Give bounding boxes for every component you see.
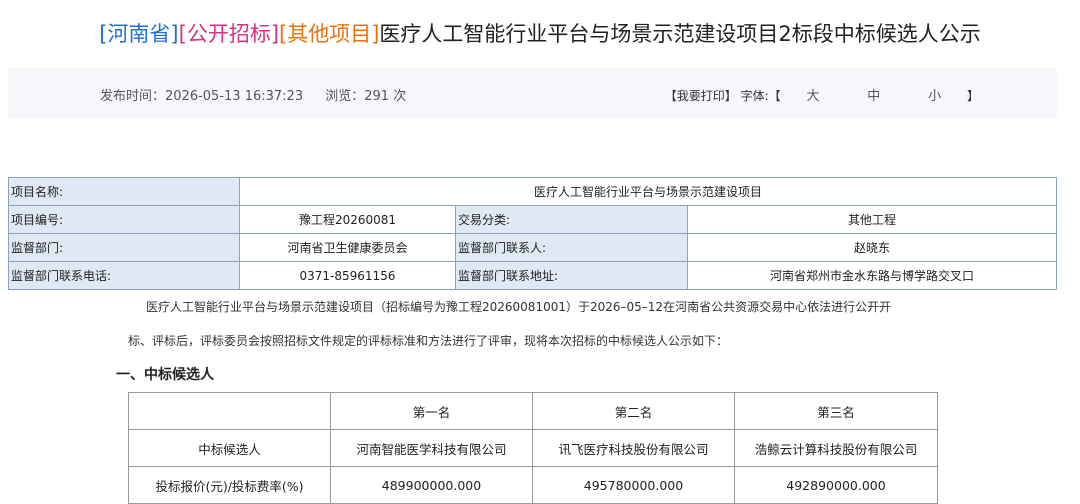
bid-price: 495780000.000 [532, 466, 735, 504]
supervisor: 河南省卫生健康委员会 [239, 233, 456, 262]
view-count: 浏览：291 次 [325, 89, 407, 104]
font-medium-button[interactable]: 中 [867, 89, 880, 104]
project-name: 医疗人工智能行业平台与场景示范建设项目 [239, 177, 1057, 206]
header-cell: 第二名 [532, 392, 735, 430]
candidates-table: 第一名 第二名 第三名 中标候选人 河南智能医学科技有限公司 讯飞医疗科技股份有… [128, 392, 938, 504]
publish-info: 发布时间：2026-05-13 16:37:23 浏览：291 次 [100, 85, 424, 104]
font-small-button[interactable]: 小 [928, 89, 941, 104]
announcement-paragraph-2: 标、评标后，评标委员会按照招标文件规定的评标标准和方法进行了评审，现将本次招标的… [128, 334, 729, 348]
font-size-close: 】 [966, 89, 979, 103]
print-button[interactable]: 【我要打印】 [665, 89, 737, 103]
publish-time: 发布时间：2026-05-13 16:37:23 [100, 89, 304, 104]
supervisor-label: 监督部门: [8, 233, 240, 262]
table-row: 中标候选人 河南智能医学科技有限公司 讯飞医疗科技股份有限公司 浩鲸云计算科技股… [128, 429, 938, 467]
project-no: 豫工程20260081 [239, 205, 456, 234]
type-tag[interactable]: [公开招标] [179, 22, 279, 46]
font-large-button[interactable]: 大 [806, 89, 819, 104]
table-row: 项目编号: 豫工程20260081 交易分类: 其他工程 [8, 205, 1057, 234]
address: 河南省郑州市金水东路与博学路交叉口 [687, 261, 1057, 290]
row-label: 投标报价(元)/投标费率(%) [128, 466, 331, 504]
page-title: [河南省][公开招标][其他项目]医疗人工智能行业平台与场景示范建设项目2标段中… [0, 18, 1080, 48]
table-header-row: 第一名 第二名 第三名 [128, 392, 938, 430]
bid-price: 492890000.000 [734, 466, 938, 504]
section-heading-candidates: 一、中标候选人 [116, 367, 214, 383]
address-label: 监督部门联系地址: [455, 261, 688, 290]
table-row: 投标报价(元)/投标费率(%) 489900000.000 495780000.… [128, 466, 938, 504]
phone: 0371-85961156 [239, 261, 456, 290]
meta-bar: 发布时间：2026-05-13 16:37:23 浏览：291 次 【我要打印】… [8, 68, 1057, 118]
phone-label: 监督部门联系电话: [8, 261, 240, 290]
table-row: 监督部门联系电话: 0371-85961156 监督部门联系地址: 河南省郑州市… [8, 261, 1057, 290]
candidate-name: 浩鲸云计算科技股份有限公司 [734, 429, 938, 467]
contact-label: 监督部门联系人: [455, 233, 688, 262]
candidate-name: 讯飞医疗科技股份有限公司 [532, 429, 735, 467]
row-label: 中标候选人 [128, 429, 331, 467]
header-cell: 第一名 [330, 392, 533, 430]
trade-type: 其他工程 [687, 205, 1057, 234]
category-tag[interactable]: [其他项目] [279, 22, 379, 46]
candidate-name: 河南智能医学科技有限公司 [330, 429, 533, 467]
project-no-label: 项目编号: [8, 205, 240, 234]
table-row: 项目名称: 医疗人工智能行业平台与场景示范建设项目 [8, 177, 1057, 206]
toolbar: 【我要打印】 字体:【 大 中 小 】 [665, 85, 979, 104]
announcement-paragraph-1: 医疗人工智能行业平台与场景示范建设项目（招标编号为豫工程20260081001）… [146, 300, 892, 314]
project-name-label: 项目名称: [8, 177, 240, 206]
title-text: 医疗人工智能行业平台与场景示范建设项目2标段中标候选人公示 [379, 22, 981, 46]
header-cell [128, 392, 331, 430]
font-size-label: 字体:【 [740, 89, 781, 103]
header-cell: 第三名 [734, 392, 938, 430]
table-row: 监督部门: 河南省卫生健康委员会 监督部门联系人: 赵晓东 [8, 233, 1057, 262]
bid-price: 489900000.000 [330, 466, 533, 504]
contact: 赵晓东 [687, 233, 1057, 262]
project-info-table: 项目名称: 医疗人工智能行业平台与场景示范建设项目 项目编号: 豫工程20260… [8, 177, 1057, 290]
region-tag[interactable]: [河南省] [99, 22, 178, 46]
trade-type-label: 交易分类: [455, 205, 688, 234]
